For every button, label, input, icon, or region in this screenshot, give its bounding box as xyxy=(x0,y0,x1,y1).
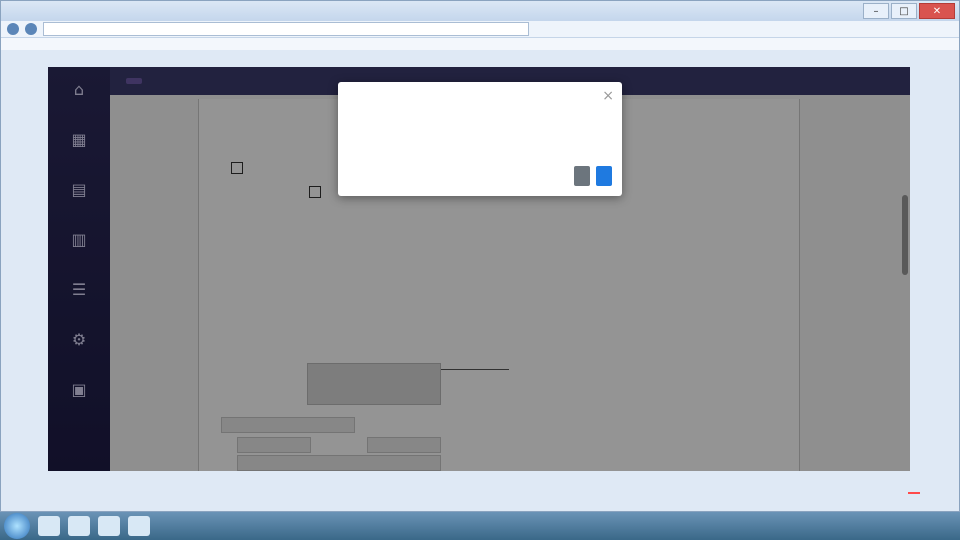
forward-icon[interactable] xyxy=(25,23,37,35)
explorer-icon[interactable] xyxy=(38,516,60,536)
window-titlebar: – □ ✕ xyxy=(1,1,959,21)
taskbar xyxy=(0,512,960,540)
close-icon[interactable]: × xyxy=(602,88,614,104)
back-icon[interactable] xyxy=(7,23,19,35)
address-bar[interactable] xyxy=(43,22,529,36)
confirm-dialog: × xyxy=(338,82,622,196)
browser-icon[interactable] xyxy=(98,516,120,536)
maximize-icon[interactable]: □ xyxy=(891,3,917,19)
window-icon[interactable] xyxy=(128,516,150,536)
browser-navbar xyxy=(1,21,959,38)
dialog-buttons xyxy=(574,166,612,186)
terminal-icon[interactable] xyxy=(68,516,90,536)
close-icon[interactable]: ✕ xyxy=(919,3,955,19)
start-button[interactable] xyxy=(4,513,30,539)
ok-button[interactable] xyxy=(596,166,612,186)
window-controls: – □ ✕ xyxy=(863,3,955,19)
bookmarks-bar xyxy=(1,38,959,50)
cancel-button[interactable] xyxy=(574,166,590,186)
minimize-icon[interactable]: – xyxy=(863,3,889,19)
status-badge xyxy=(908,492,920,494)
